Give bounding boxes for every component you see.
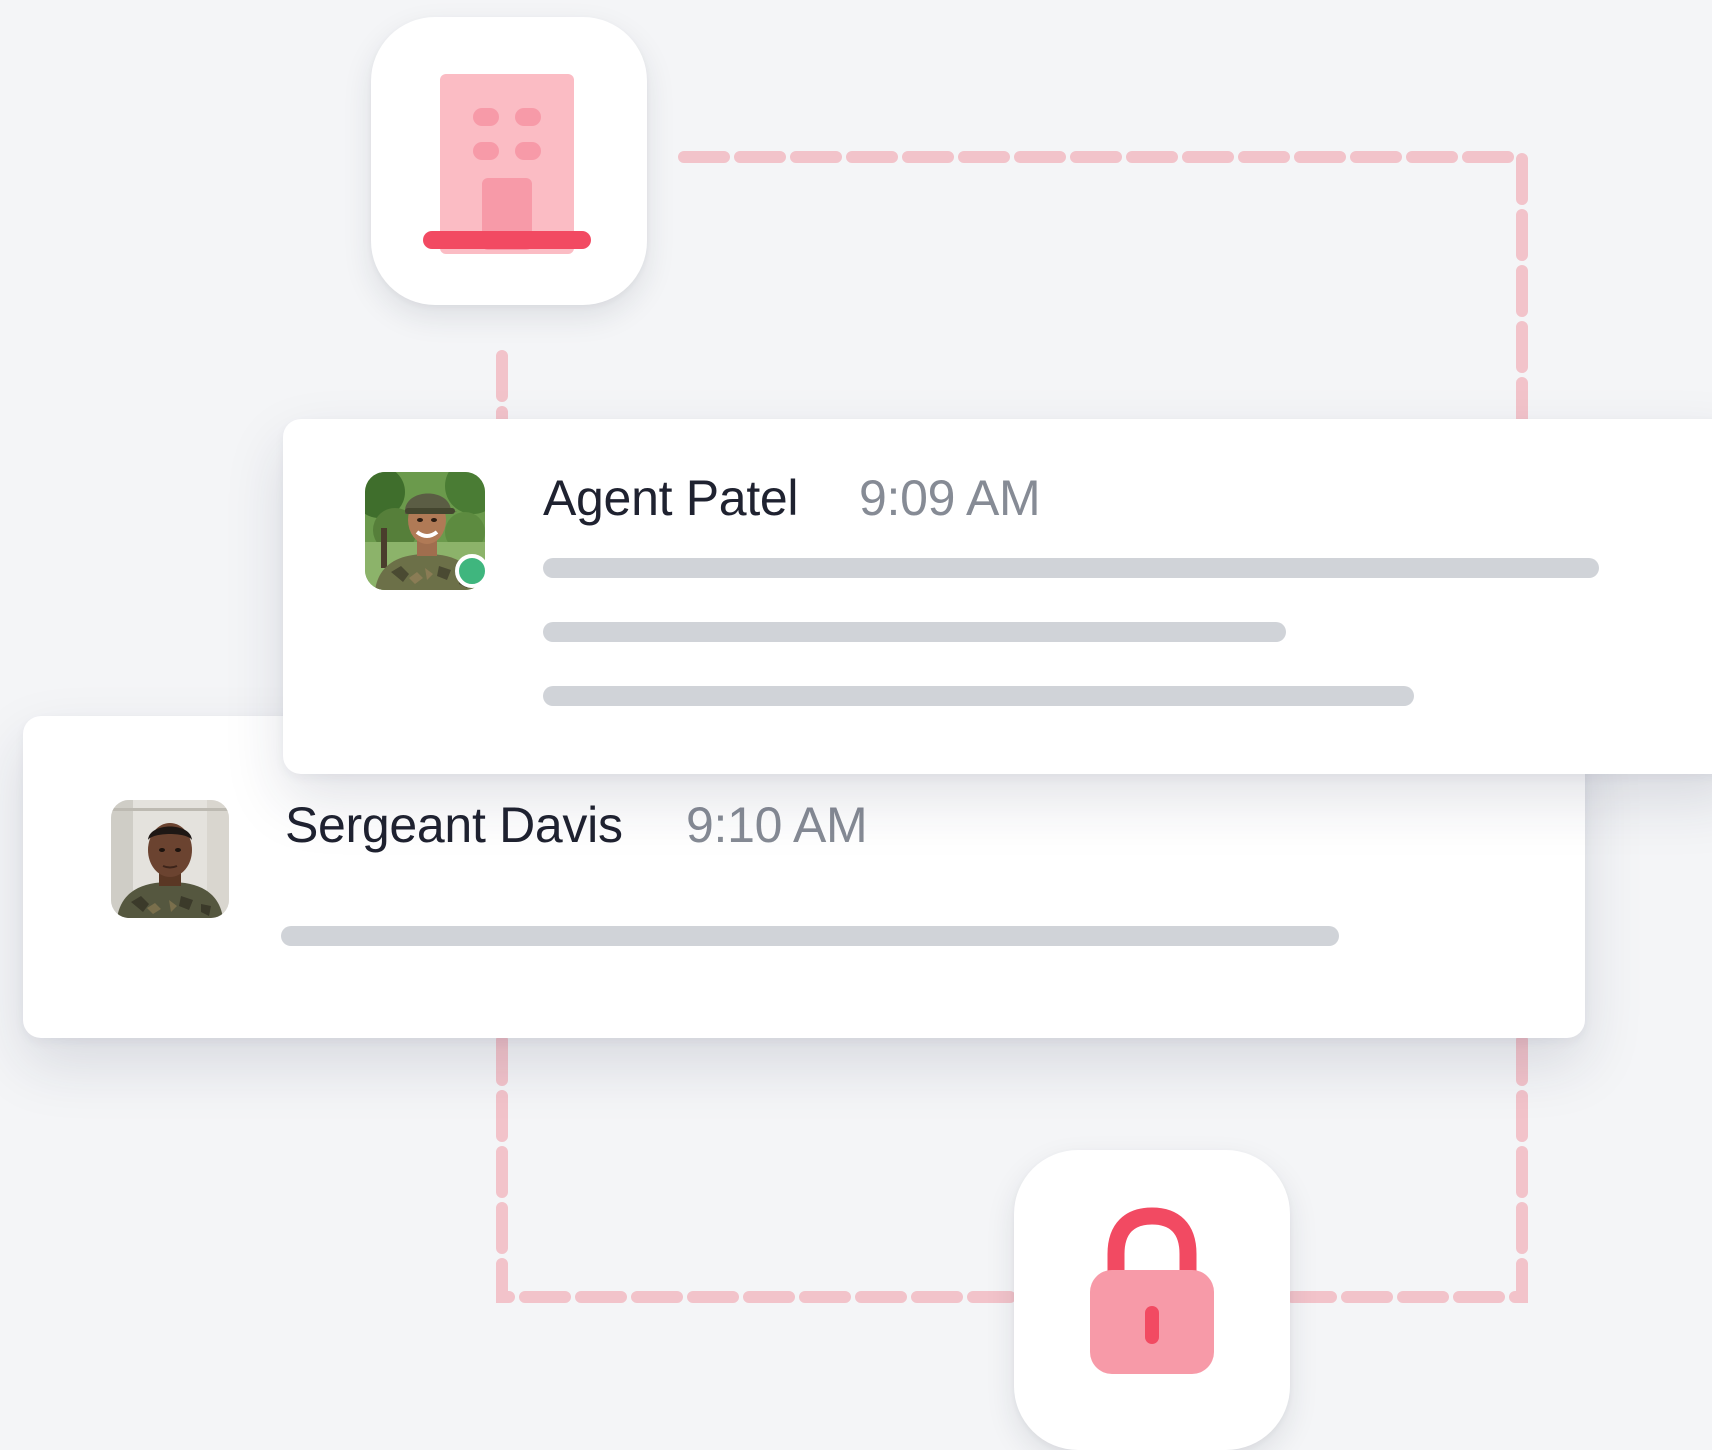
- message-card-agent-patel[interactable]: Agent Patel 9:09 AM: [283, 419, 1712, 774]
- online-status-dot: [455, 554, 489, 588]
- lock-icon-tile: [1014, 1150, 1290, 1450]
- message-placeholder-line: [281, 926, 1339, 946]
- avatar[interactable]: [111, 800, 229, 918]
- connector-bottom-right: [1286, 1034, 1528, 1303]
- message-timestamp: 9:10 AM: [686, 797, 868, 853]
- message-author[interactable]: Sergeant Davis: [285, 796, 623, 854]
- message-timestamp: 9:09 AM: [859, 470, 1041, 526]
- connector-top: [678, 151, 1528, 436]
- building-icon-tile: [371, 17, 647, 305]
- message-placeholder-line: [543, 686, 1414, 706]
- avatar[interactable]: [365, 472, 489, 590]
- building-icon: [423, 74, 591, 254]
- message-author[interactable]: Agent Patel: [543, 469, 799, 527]
- message-placeholder-line: [543, 558, 1599, 578]
- connector-bottom-left: [496, 1034, 1016, 1303]
- message-placeholder-line: [543, 622, 1286, 642]
- lock-icon: [1090, 1207, 1214, 1374]
